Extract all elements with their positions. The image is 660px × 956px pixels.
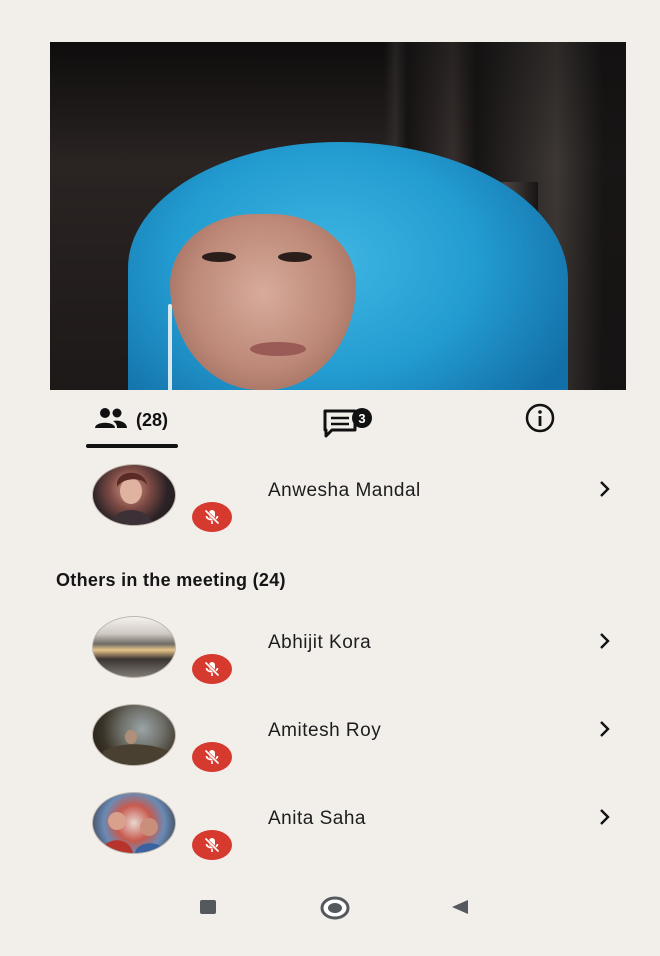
- participants-count: (28): [135, 409, 168, 430]
- triangle-back-icon: [448, 900, 472, 922]
- video-earphone-wire: [168, 304, 172, 390]
- circle-icon: [320, 896, 350, 924]
- avatar: [92, 704, 176, 766]
- square-icon: [197, 900, 219, 922]
- home-button[interactable]: [320, 896, 350, 925]
- people-icon: [94, 407, 128, 434]
- chat-icon: 3: [308, 400, 372, 440]
- participant-row[interactable]: Abhijit Kora: [0, 616, 660, 706]
- avatar: [92, 616, 176, 678]
- back-button[interactable]: [448, 896, 472, 923]
- host-participant-row[interactable]: Anwesha Mandal: [0, 464, 660, 554]
- tab-chat[interactable]: 3: [300, 392, 380, 448]
- mic-off-icon: [192, 742, 232, 772]
- chat-unread-badge: 3: [352, 408, 372, 428]
- avatar: [92, 792, 176, 854]
- mic-off-icon: [192, 502, 232, 532]
- chevron-right-icon: [598, 478, 612, 505]
- participant-row[interactable]: Amitesh Roy: [0, 704, 660, 794]
- chevron-right-icon: [598, 630, 612, 657]
- system-navigation-bar: [0, 890, 660, 930]
- participant-row[interactable]: Anita Saha: [0, 792, 660, 882]
- tab-info[interactable]: [510, 392, 570, 448]
- participant-name: Abhijit Kora: [268, 632, 372, 653]
- video-person-mouth: [250, 342, 306, 356]
- participant-name: Amitesh Roy: [268, 720, 382, 741]
- mic-off-icon: [192, 654, 232, 684]
- video-feed[interactable]: [50, 42, 626, 390]
- tab-participants[interactable]: (28): [84, 392, 178, 448]
- participant-name: Anwesha Mandal: [268, 480, 421, 501]
- mic-off-icon: [192, 830, 232, 860]
- others-section-title: Others in the meeting (24): [56, 570, 286, 590]
- recents-button[interactable]: [197, 896, 219, 923]
- info-icon: [524, 402, 556, 439]
- video-person-eye: [278, 252, 312, 262]
- avatar: [92, 464, 176, 526]
- chevron-right-icon: [598, 806, 612, 833]
- chevron-right-icon: [598, 718, 612, 745]
- participant-name: Anita Saha: [268, 808, 366, 829]
- video-person-eye: [202, 252, 236, 262]
- tab-selected-indicator: [86, 444, 178, 448]
